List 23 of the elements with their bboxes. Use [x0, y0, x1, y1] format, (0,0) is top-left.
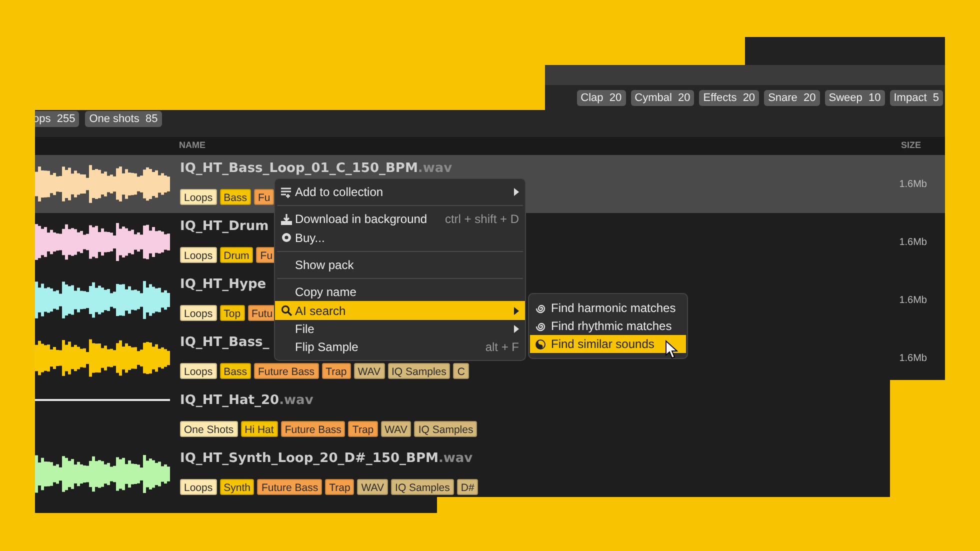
menu-label: Find rhythmic matches: [551, 318, 672, 335]
file-name: IQ_HT_Bass_Loop_01_C_150_BPM.wav: [180, 161, 452, 177]
file-name: IQ_HT_Drum: [180, 219, 269, 235]
file-size: 1.6Mb: [899, 352, 927, 366]
file-name: IQ_HT_Bass_: [180, 335, 270, 351]
menu-label: File: [295, 320, 314, 338]
file-name: IQ_HT_Synth_Loop_20_D#_150_BPM.wav: [180, 451, 473, 467]
shortcut-label: alt + F: [485, 339, 519, 356]
file-name: IQ_HT_Hype: [180, 277, 266, 293]
menu-label: Flip Sample: [295, 339, 358, 356]
shortcut-label: ctrl + shift + D: [444, 211, 519, 228]
menu-label: Find harmonic matches: [551, 300, 676, 317]
menu-label: AI search: [295, 302, 346, 320]
menu-label: Copy name: [295, 284, 356, 302]
menu-label: Download in background: [295, 211, 428, 228]
menu-label: Find similar sounds: [551, 336, 654, 353]
menu-label: Buy...: [295, 230, 325, 247]
file-size: 1.6Mb: [899, 294, 927, 308]
menu-label: Add to collection: [295, 184, 384, 202]
file-size: 1.6Mb: [899, 178, 927, 192]
file-size: 1.6Mb: [899, 236, 927, 250]
file-name: IQ_HT_Hat_20.wav: [180, 393, 314, 409]
menu-label: Show pack: [295, 257, 354, 274]
